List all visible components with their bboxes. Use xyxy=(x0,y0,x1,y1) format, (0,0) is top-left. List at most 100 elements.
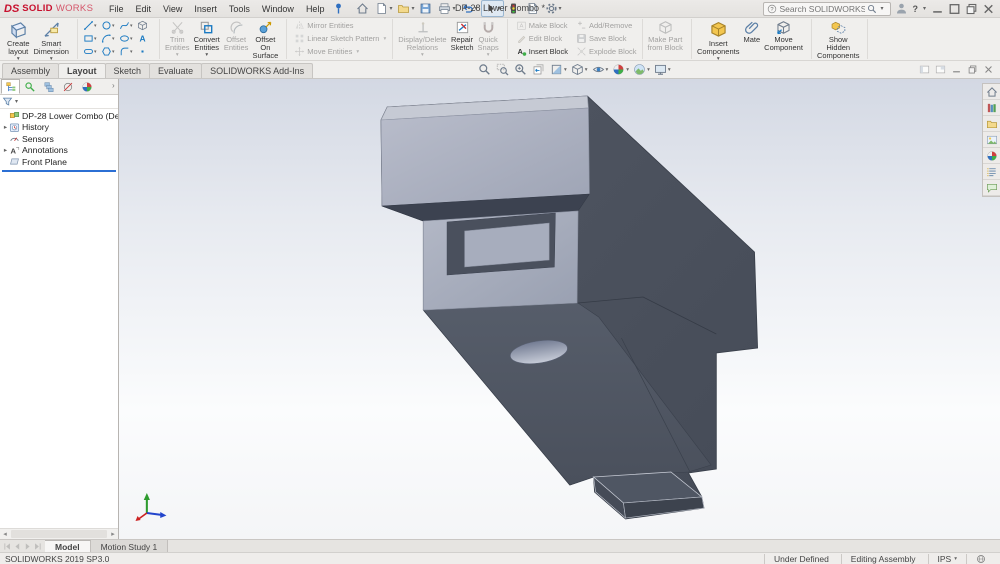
restore-button[interactable] xyxy=(964,2,979,16)
sketch-tool-button[interactable]: ▾ xyxy=(100,45,118,58)
menu-item[interactable]: Insert xyxy=(189,2,222,16)
task-pane-button[interactable] xyxy=(983,148,1000,164)
ribbon-stack-button[interactable]: Move Entities ▾ xyxy=(292,45,388,58)
sketch-tool-button[interactable]: ▾ xyxy=(118,45,136,58)
ribbon-button[interactable]: Mate xyxy=(741,19,762,60)
tab-nav-icon[interactable] xyxy=(23,542,32,551)
user-icon[interactable] xyxy=(895,2,908,15)
help-search[interactable]: ? ▾ xyxy=(763,2,891,16)
view-toolbar-button[interactable] xyxy=(477,63,493,76)
study-tab[interactable]: Model xyxy=(45,540,91,552)
command-tab[interactable]: Assembly xyxy=(2,63,59,78)
tab-nav-icon[interactable] xyxy=(3,542,12,551)
command-tab[interactable]: Sketch xyxy=(105,63,151,78)
minimize-button[interactable] xyxy=(930,2,945,16)
feature-tree-item[interactable]: Sensors xyxy=(0,133,118,145)
ribbon-button[interactable]: Offset Entities xyxy=(222,19,251,60)
menu-item[interactable]: View xyxy=(158,2,187,16)
document-window-button[interactable] xyxy=(951,64,962,75)
search-icon[interactable] xyxy=(867,4,877,14)
feature-tree-item[interactable]: ▸ History xyxy=(0,122,118,134)
view-toolbar-button[interactable]: ▾ xyxy=(632,63,651,76)
status-segment[interactable]: IPS▾ xyxy=(928,554,966,564)
ribbon-button[interactable]: Convert Entities ▾ xyxy=(192,19,222,60)
view-toolbar-button[interactable]: ▾ xyxy=(570,63,589,76)
sketch-tool-button[interactable]: ▾ xyxy=(82,32,100,45)
panel-tab[interactable] xyxy=(39,79,58,94)
ribbon-stack-button[interactable]: Explode Block xyxy=(574,45,639,58)
tab-nav-icon[interactable] xyxy=(33,542,42,551)
model-3d[interactable] xyxy=(119,79,1000,539)
quick-access-button[interactable] xyxy=(417,1,435,16)
scroll-track[interactable] xyxy=(11,530,107,538)
menu-item[interactable]: Edit xyxy=(131,2,157,16)
search-caret-icon[interactable]: ▾ xyxy=(880,5,883,12)
ribbon-stack-button[interactable]: Mirror Entities xyxy=(292,19,388,32)
help-caret-icon[interactable]: ▾ xyxy=(923,5,926,12)
model-slot-floor[interactable] xyxy=(465,223,550,267)
task-pane-button[interactable] xyxy=(983,132,1000,148)
ribbon-stack-button[interactable]: Linear Sketch Pattern ▾ xyxy=(292,32,388,45)
panel-tab[interactable] xyxy=(58,79,77,94)
filter-caret-icon[interactable]: ▾ xyxy=(15,98,18,105)
feature-tree-item[interactable]: DP-28 Lower Combo (Default<Displa xyxy=(0,110,118,122)
ribbon-button[interactable]: Quick Snaps ▾ xyxy=(476,19,501,60)
command-tab[interactable]: Layout xyxy=(58,63,106,78)
view-toolbar-button[interactable]: ▾ xyxy=(591,63,610,76)
quick-access-button[interactable]: ▾ xyxy=(395,1,416,16)
sketch-tool-button[interactable] xyxy=(136,19,154,32)
sketch-tool-button[interactable]: ▾ xyxy=(100,19,118,32)
menu-item[interactable]: File xyxy=(104,2,129,16)
view-toolbar-button[interactable]: ▾ xyxy=(549,63,568,76)
feature-tree-item[interactable]: ▸ A Annotations xyxy=(0,145,118,157)
task-pane-button[interactable] xyxy=(983,164,1000,180)
panel-tab[interactable] xyxy=(77,79,96,94)
ribbon-button[interactable]: Smart Dimension ▾ xyxy=(32,19,71,60)
feature-tree-item[interactable]: Top Plane xyxy=(0,168,118,170)
ribbon-button[interactable]: Insert Components ▾ xyxy=(695,19,742,60)
sketch-tool-button[interactable]: ▾ xyxy=(100,32,118,45)
menu-item[interactable]: Tools xyxy=(224,2,255,16)
graphics-viewport[interactable] xyxy=(119,79,1000,539)
view-toolbar-button[interactable] xyxy=(495,63,511,76)
sketch-tool-button[interactable] xyxy=(136,45,154,58)
filter-funnel-icon[interactable] xyxy=(2,96,13,107)
view-toolbar-button[interactable]: ▾ xyxy=(653,63,672,76)
model-front-face[interactable] xyxy=(381,108,589,206)
ribbon-button[interactable]: Show Hidden Components xyxy=(815,19,862,60)
search-input[interactable] xyxy=(779,4,865,14)
sketch-tool-button[interactable]: A xyxy=(136,32,154,45)
ribbon-button[interactable]: Make Part from Block xyxy=(646,19,685,60)
menu-item[interactable]: Help xyxy=(301,2,330,16)
ribbon-button[interactable]: Trim Entities ▾ xyxy=(163,19,192,60)
panel-tab[interactable] xyxy=(1,79,20,94)
document-window-button[interactable] xyxy=(935,64,946,75)
task-pane-button[interactable] xyxy=(983,100,1000,116)
view-toolbar-button[interactable] xyxy=(513,63,529,76)
document-window-button[interactable] xyxy=(919,64,930,75)
sketch-tool-button[interactable]: ▾ xyxy=(118,19,136,32)
help-button[interactable]: ? xyxy=(912,4,918,14)
ribbon-button[interactable]: Display/Delete Relations ▾ xyxy=(396,19,448,60)
expand-arrow-icon[interactable]: ▸ xyxy=(2,146,9,154)
close-button[interactable] xyxy=(981,2,996,16)
ribbon-stack-button[interactable]: A Make Block xyxy=(514,19,570,32)
menu-item[interactable]: Window xyxy=(257,2,299,16)
quick-access-button[interactable] xyxy=(354,1,372,16)
view-toolbar-button[interactable] xyxy=(531,63,547,76)
sketch-tool-button[interactable]: ▾ xyxy=(82,19,100,32)
ribbon-stack-button[interactable]: Edit Block xyxy=(514,32,570,45)
scroll-left-icon[interactable]: ◂ xyxy=(0,530,10,538)
feature-tree-item[interactable]: Front Plane xyxy=(0,156,118,168)
pin-icon[interactable] xyxy=(332,2,345,15)
ribbon-stack-button[interactable]: Add/Remove xyxy=(574,19,639,32)
maximize-button[interactable] xyxy=(947,2,962,16)
scroll-right-icon[interactable]: ▸ xyxy=(108,530,118,538)
ribbon-button[interactable]: Offset On Surface xyxy=(250,19,280,60)
expand-arrow-icon[interactable]: ▸ xyxy=(2,123,9,131)
document-window-button[interactable] xyxy=(983,64,994,75)
status-globe[interactable] xyxy=(966,554,995,564)
panel-tabs-overflow-chevron[interactable]: › xyxy=(112,81,117,90)
view-toolbar-button[interactable]: ▾ xyxy=(611,63,630,76)
ribbon-stack-button[interactable]: Save Block xyxy=(574,32,639,45)
